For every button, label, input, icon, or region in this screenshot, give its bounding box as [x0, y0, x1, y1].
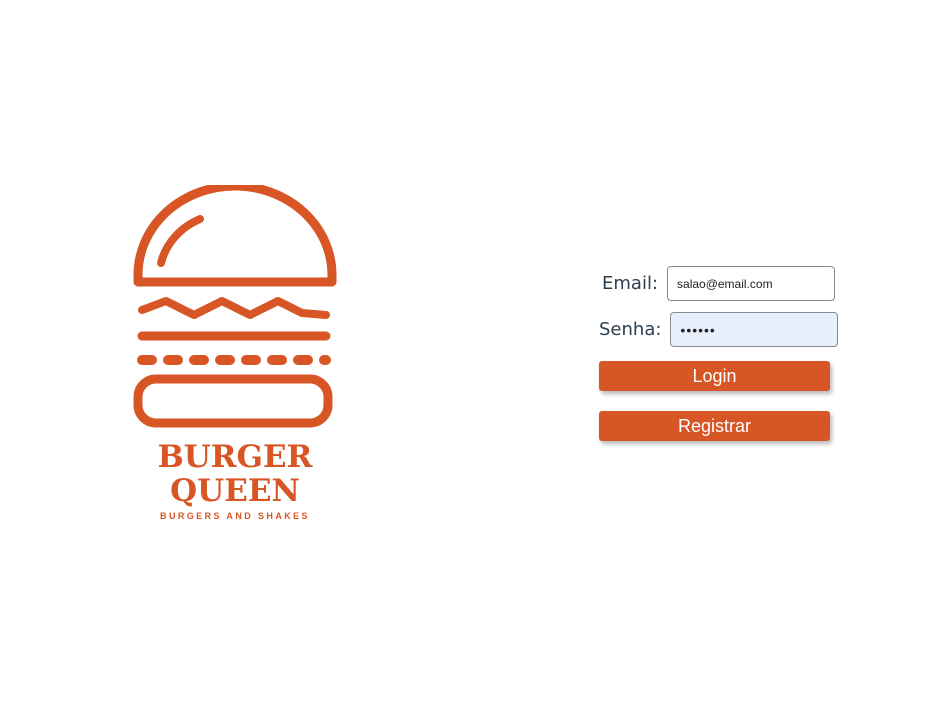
brand-tagline: BURGERS AND SHAKES — [160, 511, 310, 521]
register-button[interactable]: Registrar — [599, 411, 830, 441]
burger-icon: BURGER QUEEN BURGERS AND SHAKES — [133, 185, 337, 521]
email-input[interactable] — [667, 266, 836, 301]
brand-logo: BURGER QUEEN BURGERS AND SHAKES — [130, 185, 340, 525]
email-label: Email: — [602, 273, 659, 294]
password-input[interactable] — [670, 312, 839, 347]
brand-name-line2: QUEEN — [170, 473, 300, 509]
login-page: BURGER QUEEN BURGERS AND SHAKES Email: S… — [0, 0, 951, 712]
brand-name-line1: BURGER — [158, 439, 313, 475]
login-button[interactable]: Login — [599, 361, 830, 391]
password-label: Senha: — [599, 319, 662, 340]
email-row: Email: — [602, 266, 836, 301]
password-row: Senha: — [599, 312, 839, 347]
